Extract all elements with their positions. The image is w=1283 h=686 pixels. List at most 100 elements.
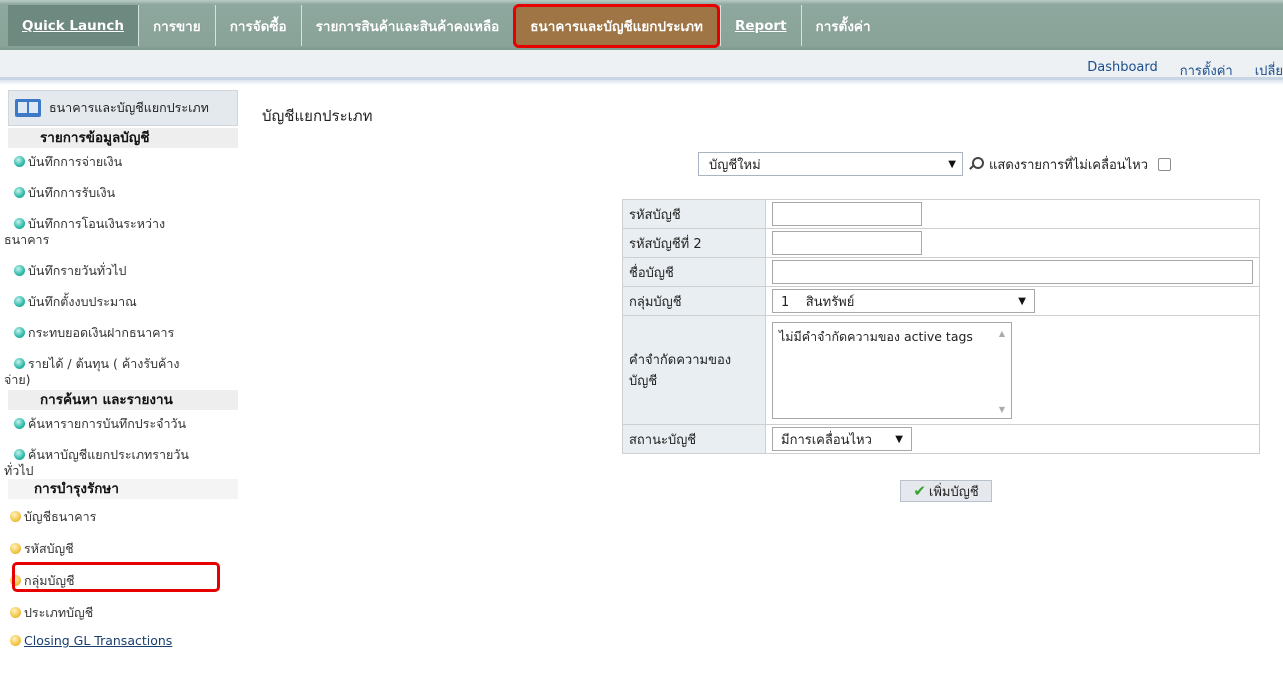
highlight-box xyxy=(12,562,220,592)
sidebar-item-label: กระทบยอดเงินฝากธนาคาร xyxy=(28,325,175,340)
dashboard-link[interactable]: Dashboard xyxy=(1087,60,1158,81)
change-link[interactable]: เปลี่ย xyxy=(1255,60,1283,81)
sidebar-item-accruals[interactable]: รายได้ / ต้นทุน ( ค้างรับค้าง จ่าย) xyxy=(0,356,240,388)
sidebar-section-maintenance: การบำรุงรักษา xyxy=(8,479,238,499)
sidebar-item-journal-inquiry[interactable]: ค้นหารายการบันทึกประจำวัน xyxy=(0,416,240,432)
sidebar-item-label: บันทึกรายวันทั่วไป xyxy=(28,263,127,278)
sidebar-item-account-types[interactable]: ประเภทบัญชี xyxy=(0,605,240,621)
settings-link[interactable]: การตั้งค่า xyxy=(1180,60,1233,81)
bullet-icon xyxy=(14,418,25,429)
sidebar-item-label: บันทึกการจ่ายเงิน xyxy=(28,154,123,169)
sidebar-item-label-wrap: ธนาคาร xyxy=(4,232,50,247)
sidebar-section-account-data: รายการข้อมูลบัญชี xyxy=(8,128,238,148)
add-account-button[interactable]: ✔ เพิ่มบัญชี xyxy=(900,480,992,502)
sidebar-item-payment[interactable]: บันทึกการจ่ายเงิน xyxy=(0,154,240,170)
menu-inventory[interactable]: รายการสินค้าและสินค้าคงเหลือ xyxy=(300,5,514,46)
sidebar-item-gl-inquiry[interactable]: ค้นหาบัญชีแยกประเภทรายวัน ทั่วไป xyxy=(0,447,240,479)
book-icon xyxy=(15,99,41,117)
account-code-input[interactable] xyxy=(772,202,922,226)
sidebar-item-label: รหัสบัญชี xyxy=(24,541,74,556)
account-tags-list[interactable]: ไม่มีคำจำกัดความของ active tags ▲ ▼ xyxy=(772,321,1012,419)
account-tags-value: ไม่มีคำจำกัดความของ active tags xyxy=(779,328,973,344)
sidebar-item-label: บันทึกการรับเงิน xyxy=(28,185,116,200)
sidebar-item-label: ประเภทบัญชี xyxy=(24,605,94,620)
dropdown-arrow-icon: ▼ xyxy=(948,158,956,170)
menu-quick-launch-label: Quick Launch xyxy=(22,17,124,34)
bullet-icon xyxy=(14,449,25,460)
account-select[interactable]: บัญชีใหม่ ▼ xyxy=(698,152,963,176)
bullet-icon xyxy=(10,543,21,554)
show-inactive-checkbox[interactable] xyxy=(1158,157,1172,171)
account-code2-label: รหัสบัญชีที่ 2 xyxy=(622,228,766,258)
checkmark-icon: ✔ xyxy=(913,482,926,500)
sidebar-item-bank-accounts[interactable]: บัญชีธนาคาร xyxy=(0,509,240,525)
account-code2-input[interactable] xyxy=(772,231,922,255)
bullet-icon xyxy=(10,607,21,618)
account-status-select[interactable]: มีการเคลื่อนไหว ▼ xyxy=(772,427,912,451)
sidebar-header: ธนาคารและบัญชีแยกประเภท xyxy=(8,90,238,126)
bullet-icon xyxy=(14,187,25,198)
sidebar-item-receipt[interactable]: บันทึกการรับเงิน xyxy=(0,185,240,201)
dropdown-arrow-icon: ▼ xyxy=(895,433,903,445)
sidebar-item-reconcile[interactable]: กระทบยอดเงินฝากธนาคาร xyxy=(0,325,240,341)
sidebar-item-budget[interactable]: บันทึกตั้งงบประมาณ xyxy=(0,294,240,310)
sidebar-item-journal[interactable]: บันทึกรายวันทั่วไป xyxy=(0,263,240,279)
account-code-label: รหัสบัญชี xyxy=(622,199,766,229)
sidebar-item-label-wrap: ทั่วไป xyxy=(4,463,34,478)
sidebar-item-label: บันทึกการโอนเงินระหว่าง xyxy=(28,216,166,231)
account-name-input[interactable] xyxy=(772,260,1253,284)
page-title: บัญชีแยกประเภท xyxy=(262,107,373,125)
sidebar-item-label: ค้นหาบัญชีแยกประเภทรายวัน xyxy=(28,447,189,462)
bullet-icon xyxy=(14,218,25,229)
sidebar-item-bank-transfer[interactable]: บันทึกการโอนเงินระหว่าง ธนาคาร xyxy=(0,216,240,248)
sidebar: ธนาคารและบัญชีแยกประเภท รายการข้อมูลบัญช… xyxy=(0,90,240,686)
bullet-icon xyxy=(14,296,25,307)
account-name-label: ชื่อบัญชี xyxy=(622,257,766,287)
menu-inventory-label: รายการสินค้าและสินค้าคงเหลือ xyxy=(315,18,500,35)
menu-report[interactable]: Report xyxy=(719,5,801,46)
bullet-icon xyxy=(14,156,25,167)
account-group-select[interactable]: 1 สินทรัพย์ ▼ xyxy=(772,289,1035,313)
bullet-icon xyxy=(14,265,25,276)
account-group-value: 1 สินทรัพย์ xyxy=(781,294,855,310)
search-icon[interactable] xyxy=(969,157,984,171)
sidebar-section-search-reports: การค้นหา และรายงาน xyxy=(8,390,238,410)
menu-report-label: Report xyxy=(734,17,787,34)
account-status-label: สถานะบัญชี xyxy=(622,424,766,454)
menu-quick-launch[interactable]: Quick Launch xyxy=(8,5,138,46)
add-account-label: เพิ่มบัญชี xyxy=(928,484,979,500)
menu-purchasing[interactable]: การจัดซื้อ xyxy=(214,5,301,46)
sidebar-item-label-wrap: จ่าย) xyxy=(4,372,31,387)
sidebar-header-label: ธนาคารและบัญชีแยกประเภท xyxy=(49,100,209,115)
dropdown-arrow-icon: ▼ xyxy=(1018,295,1026,307)
sidebar-item-label: Closing GL Transactions xyxy=(24,633,173,648)
scroll-down-icon[interactable]: ▼ xyxy=(999,405,1005,414)
bullet-icon xyxy=(14,358,25,369)
sidebar-item-label: บัญชีธนาคาร xyxy=(24,509,97,524)
account-group-label: กลุ่มบัญชี xyxy=(622,286,766,316)
bullet-icon xyxy=(10,511,21,522)
menu-settings[interactable]: การตั้งค่า xyxy=(800,5,885,46)
sidebar-item-gl-accounts[interactable]: รหัสบัญชี xyxy=(0,541,240,557)
menu-banking-gl-label: ธนาคารและบัญชีแยกประเภท xyxy=(530,19,703,35)
bullet-icon xyxy=(14,327,25,338)
menu-banking-gl[interactable]: ธนาคารและบัญชีแยกประเภท xyxy=(513,4,720,48)
show-inactive-label: แสดงรายการที่ไม่เคลื่อนไหว xyxy=(989,157,1149,173)
sidebar-item-closing-gl[interactable]: Closing GL Transactions xyxy=(0,633,240,649)
sidebar-item-label: บันทึกตั้งงบประมาณ xyxy=(28,294,137,309)
account-selector-row: บัญชีใหม่ ▼ แสดงรายการที่ไม่เคลื่อนไหว xyxy=(698,152,1172,176)
sidebar-item-label: ค้นหารายการบันทึกประจำวัน xyxy=(28,416,187,431)
account-select-value: บัญชีใหม่ xyxy=(709,157,761,173)
sub-links: Dashboard การตั้งค่า เปลี่ย xyxy=(1087,60,1283,81)
menu-sales[interactable]: การขาย xyxy=(137,5,215,46)
main-menu: Quick Launch การขาย การจัดซื้อ รายการสิน… xyxy=(0,0,1283,50)
menu-sales-label: การขาย xyxy=(152,18,201,35)
account-form: รหัสบัญชี รหัสบัญชีที่ 2 ชื่อบัญชี กลุ่ม… xyxy=(622,199,1260,454)
account-tags-label: คำจำกัดความของบัญชี xyxy=(622,315,766,425)
menu-purchasing-label: การจัดซื้อ xyxy=(229,18,287,35)
scroll-up-icon[interactable]: ▲ xyxy=(999,329,1005,338)
menu-settings-label: การตั้งค่า xyxy=(815,18,871,35)
bullet-icon xyxy=(10,635,21,646)
sidebar-item-label: รายได้ / ต้นทุน ( ค้างรับค้าง xyxy=(28,356,180,371)
account-status-value: มีการเคลื่อนไหว xyxy=(781,432,872,448)
